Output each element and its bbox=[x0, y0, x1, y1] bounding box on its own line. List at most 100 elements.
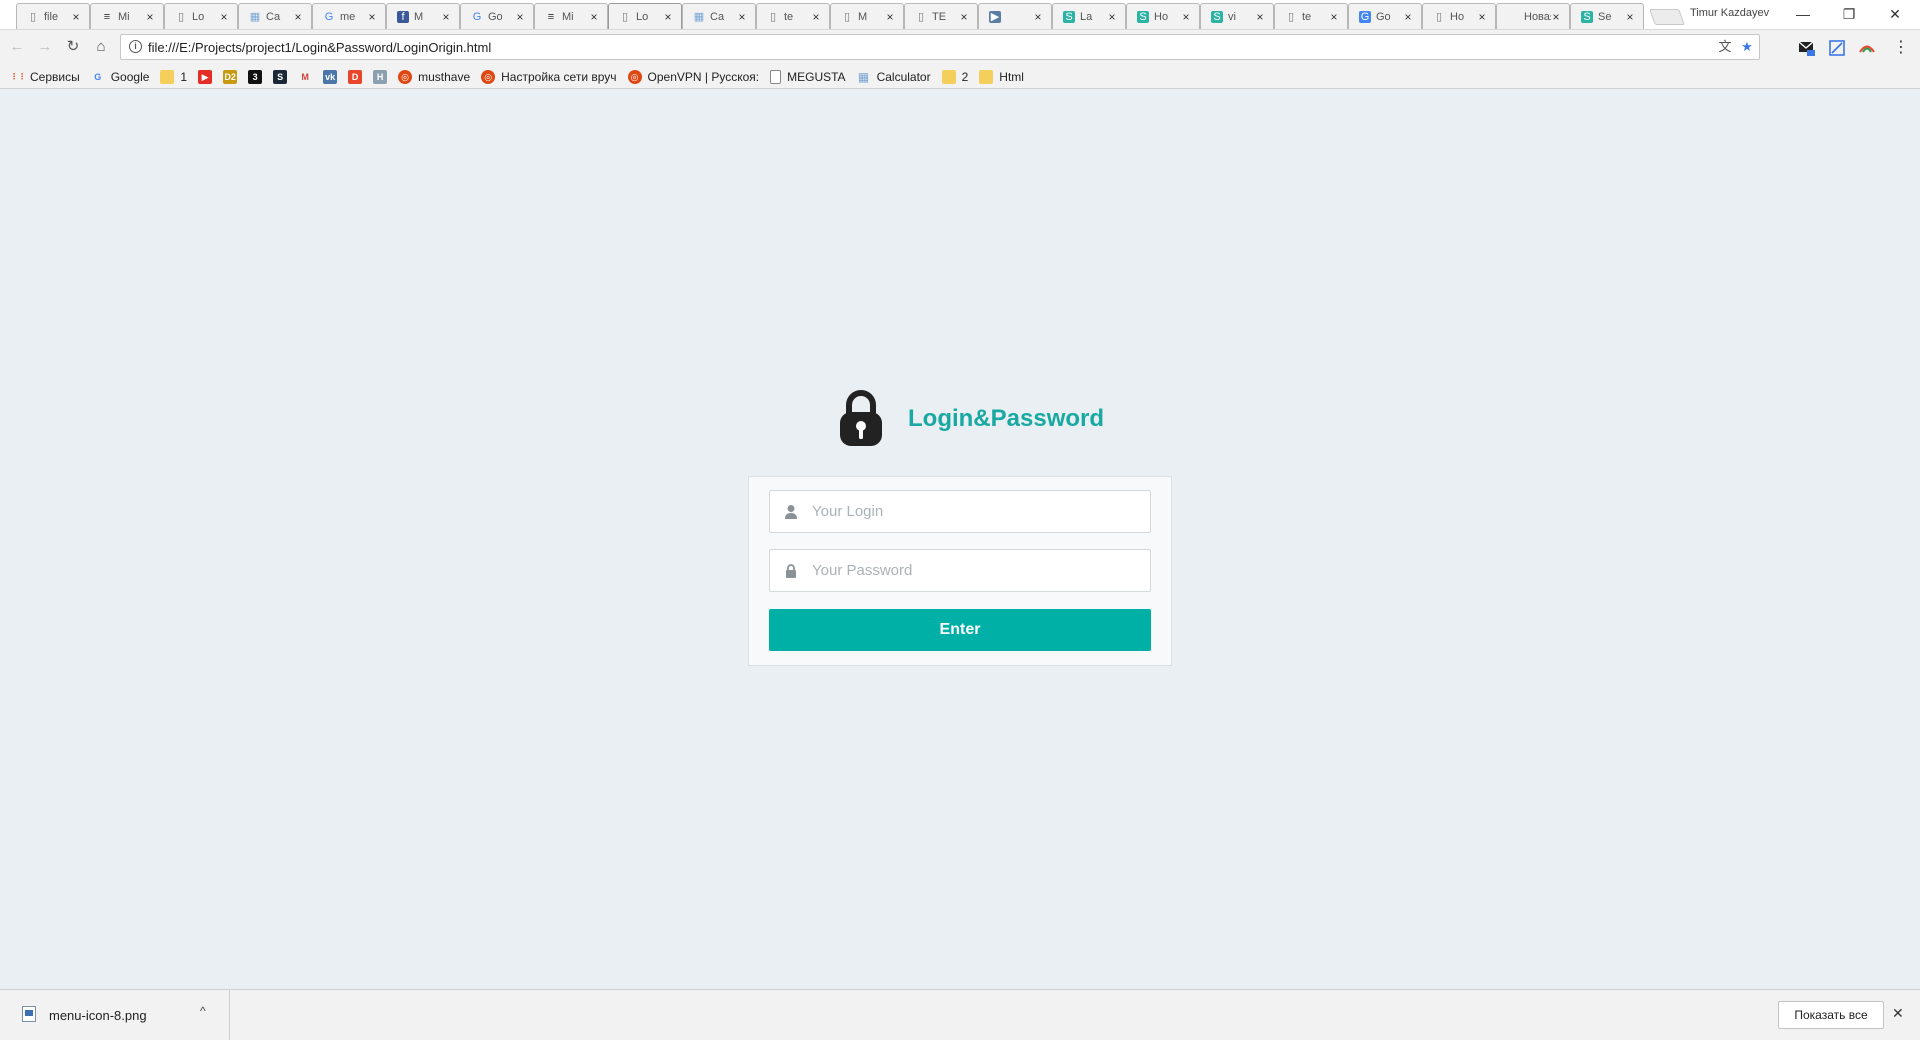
bookmark-item[interactable]: ⋮⋮ Сервисы bbox=[10, 67, 80, 87]
tab[interactable]: ▯ M × bbox=[830, 3, 904, 29]
show-all-downloads-button[interactable]: Показать все bbox=[1778, 1001, 1884, 1029]
tab-close-icon[interactable]: × bbox=[811, 11, 821, 23]
download-item[interactable]: menu-icon-8.png ^ bbox=[0, 990, 230, 1040]
tab[interactable]: f M × bbox=[386, 3, 460, 29]
tab[interactable]: ▦ Ca × bbox=[238, 3, 312, 29]
bookmark-item[interactable]: ▶ bbox=[198, 67, 213, 87]
tab-close-icon[interactable]: × bbox=[1181, 11, 1191, 23]
bookmark-item[interactable]: 2 bbox=[941, 67, 968, 87]
tab[interactable]: G Go × bbox=[460, 3, 534, 29]
tab-close-icon[interactable]: × bbox=[1477, 11, 1487, 23]
bookmark-item[interactable]: ▦ Calculator bbox=[857, 67, 931, 87]
page-icon: ▯ bbox=[29, 10, 37, 23]
profile-name[interactable]: Timur Kazdayev bbox=[1690, 7, 1769, 19]
tab-close-icon[interactable]: × bbox=[589, 11, 599, 23]
tab-close-icon[interactable]: × bbox=[219, 11, 229, 23]
tab-close-icon[interactable]: × bbox=[663, 11, 673, 23]
extension-tools-icon[interactable] bbox=[1828, 39, 1846, 57]
page-icon: ▯ bbox=[1287, 10, 1295, 23]
tab[interactable]: ▦ Ca × bbox=[682, 3, 756, 29]
address-url[interactable]: file:///E:/Projects/project1/Login&Passw… bbox=[148, 40, 491, 55]
password-field[interactable] bbox=[769, 549, 1151, 592]
bookmark-item[interactable]: 3 bbox=[248, 67, 263, 87]
extension-rainbow-icon[interactable] bbox=[1858, 39, 1876, 57]
bookmark-item[interactable]: M bbox=[298, 67, 312, 87]
bookmark-item[interactable]: ◎ musthave bbox=[398, 67, 470, 87]
tab[interactable]: S Ho × bbox=[1126, 3, 1200, 29]
bookmark-item[interactable]: vk bbox=[323, 67, 338, 87]
tab-close-icon[interactable]: × bbox=[1329, 11, 1339, 23]
bookmark-item[interactable]: H bbox=[373, 67, 388, 87]
close-shelf-icon[interactable]: ✕ bbox=[1892, 1005, 1904, 1022]
bookmark-item[interactable]: G Google bbox=[91, 67, 149, 87]
tab[interactable]: ▯ te × bbox=[1274, 3, 1348, 29]
tab-close-icon[interactable]: × bbox=[959, 11, 969, 23]
login-input[interactable] bbox=[812, 491, 1142, 532]
chevron-up-icon[interactable]: ^ bbox=[200, 1004, 206, 1018]
page-icon: ▯ bbox=[917, 10, 925, 23]
tab-close-icon[interactable]: × bbox=[515, 11, 525, 23]
bookmark-item[interactable]: 1 bbox=[160, 67, 187, 87]
bookmark-item[interactable]: ◎ OpenVPN | Русскоя: bbox=[627, 67, 759, 87]
reload-button[interactable]: ↻ bbox=[64, 38, 82, 56]
back-button[interactable]: ← bbox=[8, 38, 26, 56]
tab[interactable]: Gme × bbox=[312, 3, 386, 29]
bookmark-item[interactable]: ◎ Настройка сети вруч bbox=[481, 67, 617, 87]
tab[interactable]: ≡ Mi × bbox=[90, 3, 164, 29]
tab[interactable]: ▯ file × bbox=[16, 3, 90, 29]
tab[interactable]: S Se × bbox=[1570, 3, 1644, 29]
extension-mail-icon[interactable] bbox=[1798, 39, 1816, 57]
enter-button[interactable]: Enter bbox=[769, 609, 1151, 651]
tab-title: te bbox=[1302, 10, 1312, 23]
home-button[interactable]: ⌂ bbox=[92, 38, 110, 56]
tab-close-icon[interactable]: × bbox=[1403, 11, 1413, 23]
tab-close-icon[interactable]: × bbox=[145, 11, 155, 23]
bookmark-item[interactable]: D bbox=[348, 67, 363, 87]
forward-button[interactable]: → bbox=[36, 38, 54, 56]
address-bar[interactable]: i file:///E:/Projects/project1/Login&Pas… bbox=[120, 34, 1760, 60]
bookmark-item[interactable]: MEGUSTA bbox=[770, 67, 846, 87]
login-field[interactable] bbox=[769, 490, 1151, 533]
tab-close-icon[interactable]: × bbox=[367, 11, 377, 23]
translate-icon[interactable]: 文 bbox=[1717, 39, 1733, 55]
download-filename[interactable]: menu-icon-8.png bbox=[49, 1008, 147, 1023]
tab-close-icon[interactable]: × bbox=[1551, 11, 1561, 23]
tab-active[interactable]: ▯ Lo × bbox=[608, 3, 682, 29]
tab[interactable]: ▯ te × bbox=[756, 3, 830, 29]
steam-icon: S bbox=[273, 69, 288, 84]
minimize-button[interactable]: — bbox=[1780, 0, 1826, 28]
restore-button[interactable]: ❐ bbox=[1826, 0, 1872, 28]
tab-title: Lo bbox=[636, 10, 649, 23]
tab[interactable]: S La × bbox=[1052, 3, 1126, 29]
tab[interactable]: ▯ TE × bbox=[904, 3, 978, 29]
tab-close-icon[interactable]: × bbox=[293, 11, 303, 23]
bookmark-item[interactable]: S bbox=[273, 67, 288, 87]
bookmark-item[interactable]: D2 bbox=[223, 67, 238, 87]
tab-title: Ho bbox=[1154, 10, 1169, 23]
tab-close-icon[interactable]: × bbox=[1033, 11, 1043, 23]
bookmark-item[interactable]: Html bbox=[979, 67, 1024, 87]
tab-title: M bbox=[858, 10, 868, 23]
tab[interactable]: G Go × bbox=[1348, 3, 1422, 29]
tab-close-icon[interactable]: × bbox=[1255, 11, 1265, 23]
tab[interactable]: ≡ Mi × bbox=[534, 3, 608, 29]
bookmark-label: Сервисы bbox=[30, 69, 80, 84]
new-tab-button[interactable] bbox=[1649, 9, 1685, 25]
password-input[interactable] bbox=[812, 550, 1142, 591]
h-icon: H bbox=[373, 69, 388, 84]
tab-close-icon[interactable]: × bbox=[1625, 11, 1635, 23]
tab-close-icon[interactable]: × bbox=[71, 11, 81, 23]
tab[interactable]: ▯ Lo × bbox=[164, 3, 238, 29]
tab-close-icon[interactable]: × bbox=[1107, 11, 1117, 23]
tab-close-icon[interactable]: × bbox=[441, 11, 451, 23]
tab[interactable]: ▯ Ho × bbox=[1422, 3, 1496, 29]
tab[interactable]: Новая× bbox=[1496, 3, 1570, 29]
chrome-menu-button[interactable]: ⋮ bbox=[1892, 39, 1910, 57]
tab[interactable]: Svi × bbox=[1200, 3, 1274, 29]
info-icon[interactable]: i bbox=[129, 40, 142, 53]
tab[interactable]: ▶ × bbox=[978, 3, 1052, 29]
bookmark-star-icon[interactable]: ★ bbox=[1739, 39, 1755, 55]
tab-close-icon[interactable]: × bbox=[737, 11, 747, 23]
tab-close-icon[interactable]: × bbox=[885, 11, 895, 23]
window-close-button[interactable]: ✕ bbox=[1872, 0, 1918, 28]
